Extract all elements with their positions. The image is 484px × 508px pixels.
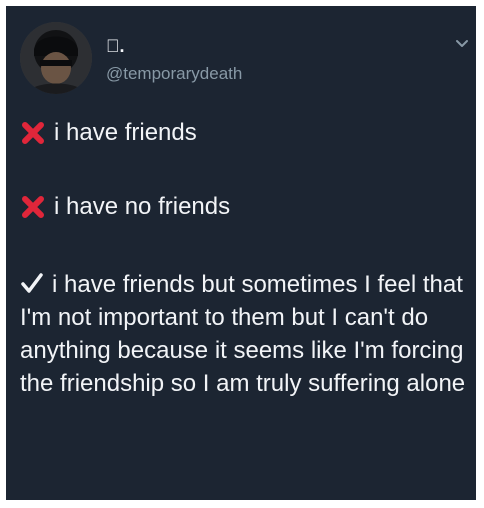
tweet-line-2-text: i have no friends xyxy=(54,193,231,220)
display-name[interactable]:  . xyxy=(106,36,125,57)
red-x-icon xyxy=(22,122,44,144)
username-handle[interactable]: @temporarydeath xyxy=(106,64,242,84)
chevron-down-icon[interactable] xyxy=(454,36,470,52)
tweet-line-1: i have friends xyxy=(20,119,197,147)
tweet-card:  . @temporarydeath i have friends i have… xyxy=(6,6,476,500)
checkmark-icon xyxy=(21,273,43,293)
tweet-line-1-text: i have friends xyxy=(54,119,197,146)
screenshot-frame:  . @temporarydeath i have friends i have… xyxy=(0,0,484,508)
red-x-icon xyxy=(22,196,44,218)
tweet-line-2: i have no friends xyxy=(20,193,230,221)
tweet-final-text: i have friends but sometimes I feel that… xyxy=(20,271,466,397)
avatar[interactable] xyxy=(20,22,92,94)
tweet-final-paragraph: i have friends but sometimes I feel that… xyxy=(20,268,466,400)
avatar-image xyxy=(20,22,92,94)
